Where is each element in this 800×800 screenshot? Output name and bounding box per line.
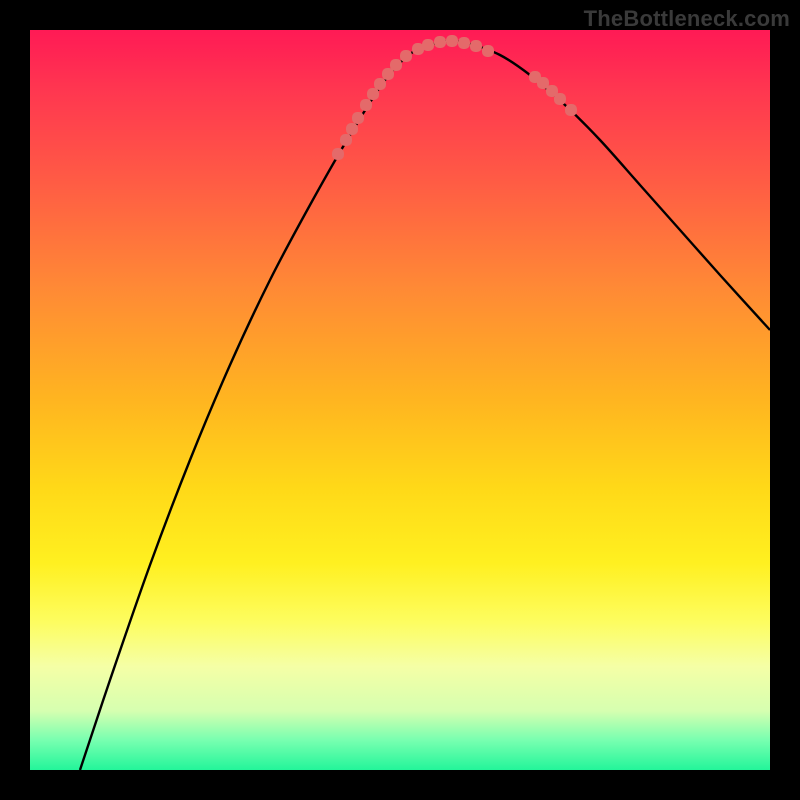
- chart-frame: [30, 30, 770, 770]
- curve-marker: [332, 148, 344, 160]
- curve-marker: [374, 78, 386, 90]
- curve-marker: [367, 88, 379, 100]
- curve-marker: [554, 93, 566, 105]
- curve-marker: [352, 112, 364, 124]
- curve-marker: [434, 36, 446, 48]
- curve-marker: [565, 104, 577, 116]
- curve-marker: [458, 37, 470, 49]
- curve-marker: [446, 35, 458, 47]
- curve-marker: [340, 134, 352, 146]
- watermark-text: TheBottleneck.com: [584, 6, 790, 32]
- curve-marker: [346, 123, 358, 135]
- curve-marker: [400, 50, 412, 62]
- curve-marker: [390, 59, 402, 71]
- curve-marker: [360, 99, 372, 111]
- marker-group: [332, 35, 577, 160]
- bottleneck-chart: [30, 30, 770, 770]
- curve-marker: [470, 40, 482, 52]
- bottleneck-curve-path: [80, 41, 770, 770]
- curve-marker: [422, 39, 434, 51]
- curve-marker: [482, 45, 494, 57]
